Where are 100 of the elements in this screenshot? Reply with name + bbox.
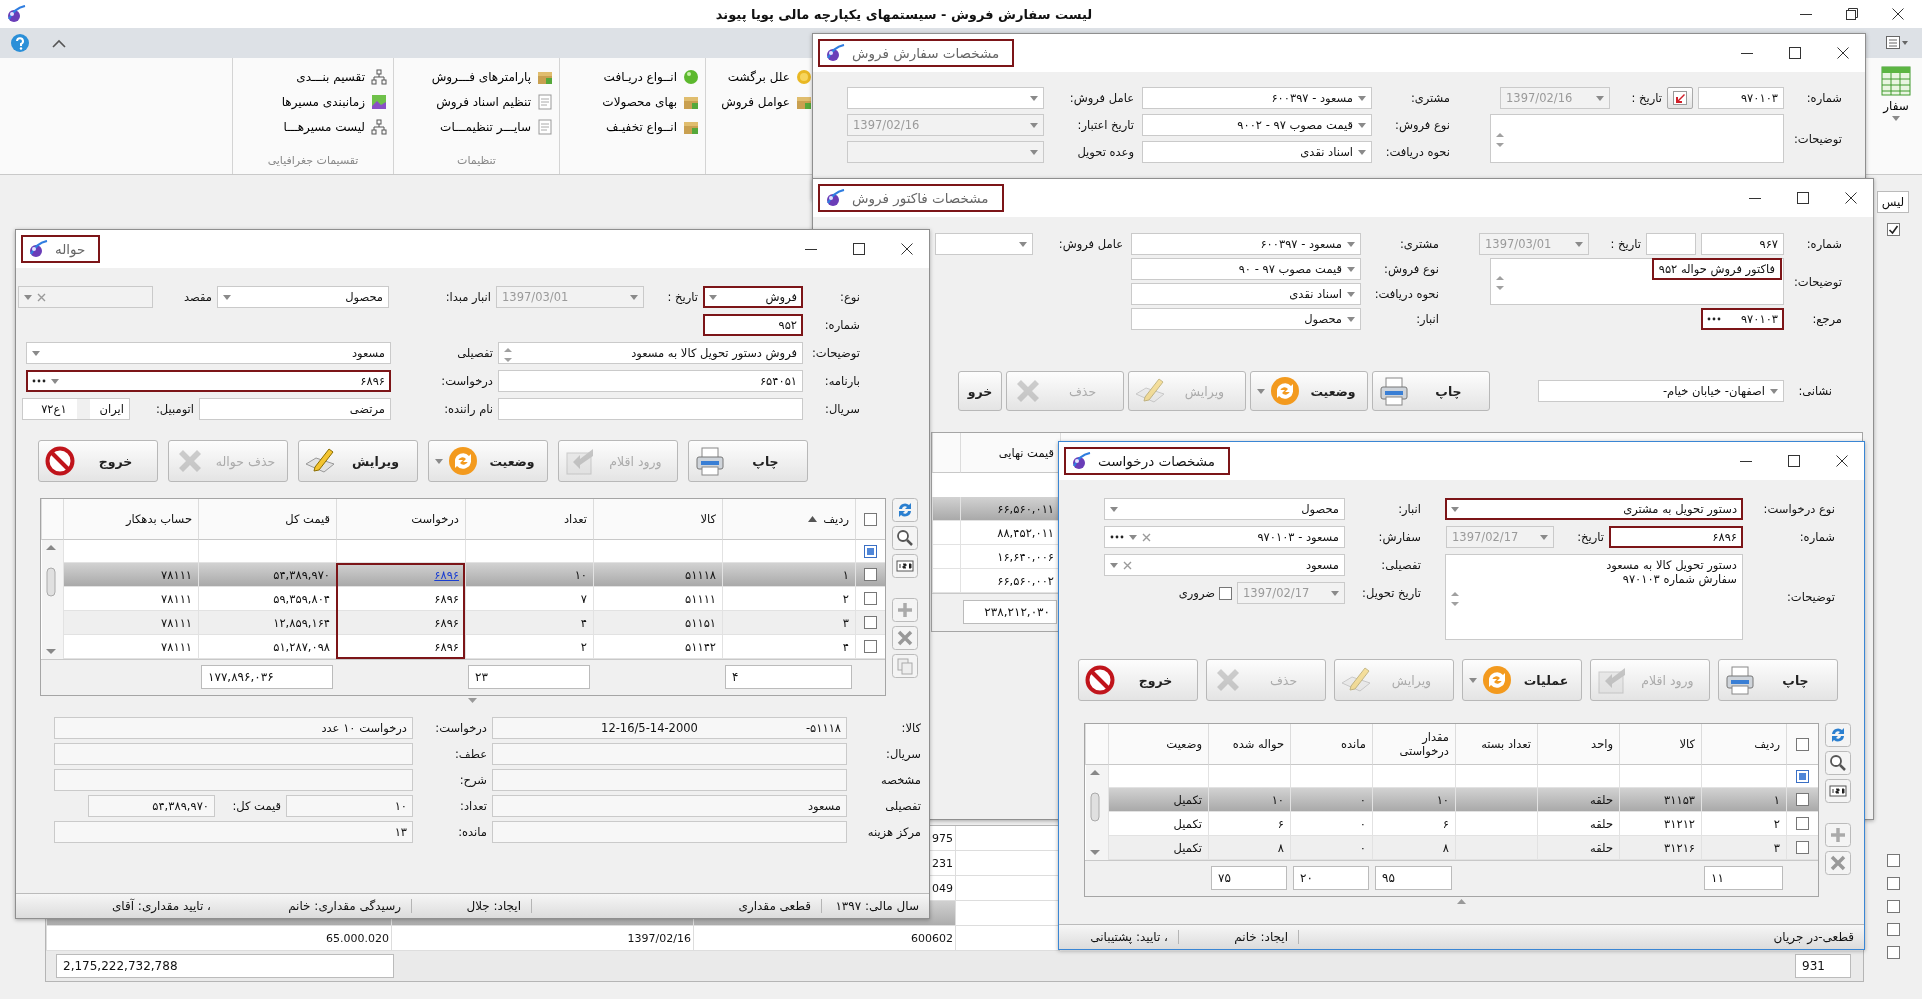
text-field[interactable]: ۱۳	[54, 821, 413, 843]
column-header[interactable]: وضعیت	[1108, 724, 1208, 765]
numbering-icon[interactable]	[892, 554, 918, 578]
dropdown-field[interactable]: ۶۸۹۶	[26, 370, 391, 392]
clear-icon[interactable]	[1142, 532, 1151, 542]
text-field[interactable]	[492, 743, 847, 765]
column-header[interactable]: حساب بدهکار	[63, 499, 198, 540]
text-field[interactable]: ۵۴,۳۸۹,۹۷۰	[88, 795, 215, 817]
dropdown-field[interactable]: محصول	[1131, 308, 1361, 330]
filter-cell[interactable]	[465, 540, 593, 563]
text-field[interactable]	[492, 821, 847, 843]
filter-cell[interactable]	[1455, 765, 1537, 788]
text-field[interactable]	[492, 769, 847, 791]
text-field[interactable]: ۹۷۰۱۰۳	[1701, 308, 1784, 330]
dropdown-field[interactable]: مسعود - ۹۷۰۱۰۳	[1104, 526, 1345, 548]
column-header[interactable]: ردیف	[722, 499, 855, 540]
plate-field[interactable]: ایران ۱ع۷۲	[22, 398, 130, 420]
refresh-icon[interactable]	[892, 498, 918, 522]
tab[interactable]: لیس	[1876, 191, 1910, 213]
cross-icon[interactable]	[892, 626, 918, 650]
dropdown-field[interactable]: اصفهان- خیابان خیام-	[1538, 380, 1784, 402]
dropdown-field[interactable]	[935, 233, 1033, 255]
dropdown-field[interactable]: قیمت مصوب ۹۷ - ۹۰۰۲	[1142, 114, 1372, 136]
column-header[interactable]: درخواست	[336, 499, 465, 540]
checkbox[interactable]	[864, 640, 877, 653]
column-header[interactable]: واحد	[1537, 724, 1619, 765]
ribbon-item[interactable]: علل برگشت	[712, 66, 812, 87]
filter-icon[interactable]	[1796, 769, 1809, 783]
text-field[interactable]: مسعود	[492, 795, 847, 817]
ribbon-item[interactable]: لیست مسیرهـــا	[239, 116, 387, 137]
ribbon-item[interactable]: انــواع دریـافت	[566, 66, 699, 87]
ribbon-item[interactable]: زمانبندی مسیرها	[239, 91, 387, 112]
dropdown-field[interactable]: قیمت مصوب ۹۷ - ۹۰	[1131, 258, 1361, 280]
checkbox[interactable]	[864, 592, 877, 605]
text-field[interactable]	[1646, 233, 1696, 255]
checkbox[interactable]	[1219, 586, 1232, 600]
close-icon[interactable]	[901, 243, 913, 255]
filter-cell[interactable]	[593, 540, 722, 563]
maximize-icon[interactable]	[853, 243, 865, 255]
filter-cell[interactable]	[1786, 765, 1818, 788]
filter-cell[interactable]	[855, 540, 885, 563]
scrollbar[interactable]	[42, 540, 63, 659]
checkbox[interactable]	[1796, 841, 1809, 854]
collapse-arrow-icon[interactable]	[468, 698, 477, 703]
text-field[interactable]: ۶۸۹۶	[1609, 526, 1743, 548]
column-header[interactable]: مانده	[1290, 724, 1372, 765]
checkbox[interactable]	[864, 616, 877, 629]
column-header[interactable]: تعداد بسته	[1455, 724, 1537, 765]
close-icon[interactable]	[1837, 47, 1849, 59]
dropdown-field[interactable]: محصول	[1104, 498, 1345, 520]
search-icon[interactable]	[892, 526, 918, 550]
maximize-icon[interactable]	[1789, 47, 1801, 59]
dropdown-field[interactable]: دستور تحویل به مشتری	[1445, 498, 1743, 520]
exit-button[interactable]: خروج	[1078, 659, 1198, 701]
checkbox[interactable]	[1886, 877, 1900, 890]
status-button[interactable]: عملیات	[1462, 659, 1582, 701]
clear-icon[interactable]	[1123, 560, 1132, 570]
text-field[interactable]: درخواست ۱۰ عدد	[54, 717, 413, 739]
close-icon[interactable]	[1892, 8, 1904, 20]
dropdown-field[interactable]: مسعود - ۶۰۰۳۹۷	[1142, 87, 1372, 109]
ribbon-button[interactable]: سفار	[1870, 58, 1922, 174]
checkbox[interactable]	[1796, 793, 1809, 806]
exit-button[interactable]: خروج	[38, 440, 158, 482]
close-icon[interactable]	[1845, 192, 1857, 204]
expand-arrow-icon[interactable]	[1457, 899, 1466, 904]
text-field[interactable]: ۹۶۷	[1701, 233, 1784, 255]
chevron-up-icon[interactable]	[52, 38, 66, 48]
checkbox[interactable]	[1886, 923, 1900, 936]
ribbon-item[interactable]: انــواع تخفیـف	[566, 116, 699, 137]
checkbox[interactable]	[1886, 946, 1900, 959]
ribbon-item[interactable]: عوامل فروش	[712, 91, 812, 112]
text-field[interactable]	[498, 398, 803, 420]
column-header[interactable]: تعداد	[465, 499, 593, 540]
column-header[interactable]: قیمت کل	[198, 499, 336, 540]
column-header[interactable]: ردیف	[1701, 724, 1786, 765]
checkbox[interactable]	[1796, 817, 1809, 830]
checkbox[interactable]	[864, 568, 877, 581]
filter-cell[interactable]	[1208, 765, 1290, 788]
spreadsheet-icon[interactable]	[1881, 66, 1911, 96]
text-field[interactable]	[54, 743, 413, 765]
print-button[interactable]: چاپ	[688, 440, 808, 482]
checkbox[interactable]	[1886, 854, 1900, 867]
ribbon-item[interactable]: بهای محصولات	[566, 91, 699, 112]
memo-field[interactable]: دستور تحویل کالا به مسعود سفارش شماره ۹۷۰۱۰۳	[1445, 554, 1743, 640]
dropdown-field[interactable]	[847, 87, 1044, 109]
print-button[interactable]: چاپ	[1718, 659, 1838, 701]
text-field[interactable]	[54, 769, 413, 791]
text-field[interactable]: ۹۷۰۱۰۳	[1698, 87, 1784, 109]
filter-cell[interactable]	[1619, 765, 1701, 788]
ribbon-item[interactable]: تنظیم اسناد فروش	[400, 91, 553, 112]
maximize-icon[interactable]	[1788, 455, 1800, 467]
edit-button[interactable]: ویرایش	[298, 440, 418, 482]
checkbox[interactable]	[1886, 900, 1900, 913]
column-header[interactable]: قیمت نهایی	[960, 433, 1060, 473]
more-icon[interactable]	[1110, 535, 1124, 539]
ribbon-item[interactable]: پارامترهای فـــروش	[400, 66, 553, 87]
ribbon-item[interactable]: سایـــر تنظیمـــات	[400, 116, 553, 137]
search-icon[interactable]	[1825, 751, 1851, 775]
help-icon[interactable]	[10, 33, 30, 53]
memo-field[interactable]: فروش دستور تحویل کالا به مسعود	[498, 342, 803, 364]
